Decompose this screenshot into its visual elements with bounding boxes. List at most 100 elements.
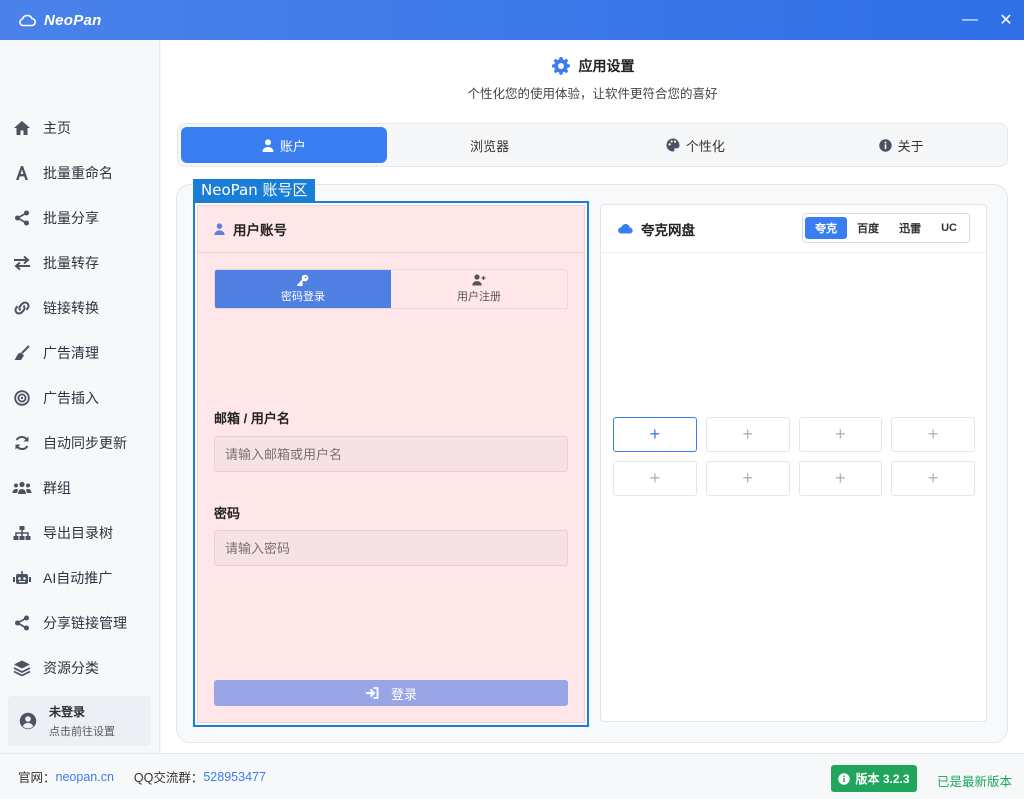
sidebar-item-label: 主页 (43, 119, 71, 136)
sidebar-item-label: 资源分类 (43, 659, 99, 676)
add-account-slot[interactable]: + (705, 461, 790, 496)
email-label: 邮箱 / 用户名 (214, 411, 290, 426)
sidebar-item-label: 批量分享 (43, 209, 99, 226)
tab-about[interactable]: 关于 (798, 127, 1004, 163)
title-bar: NeoPan — ✕ (0, 0, 1024, 40)
sidebar-item-label: 链接转换 (43, 299, 99, 316)
drive-card: 夸克网盘 夸克 百度 迅雷 UC + + + + + + + + (600, 204, 987, 722)
password-label: 密码 (214, 506, 241, 521)
sidebar-item-batch-rename[interactable]: 批量重命名 (0, 150, 160, 195)
qq-group-link[interactable]: 528953477 (203, 770, 266, 784)
tab-user-register[interactable]: 用户注册 (391, 270, 567, 308)
version-button[interactable]: 版本 3.2.3 (831, 765, 917, 792)
sidebar-item-batch-save[interactable]: 批量转存 (0, 240, 160, 285)
link-icon (12, 298, 32, 318)
email-input[interactable] (214, 436, 568, 472)
login-button[interactable]: 登录 (214, 680, 568, 706)
add-account-slot[interactable]: + (798, 461, 883, 496)
update-status: 已是最新版本 (937, 775, 1013, 789)
tab-password-login[interactable]: 密码登录 (215, 270, 391, 308)
qq-label: QQ交流群： (133, 771, 204, 785)
account-slots: + + + + + + + + (613, 417, 975, 505)
site-link[interactable]: neopan.cn (56, 770, 114, 784)
sidebar-item-label: 自动同步更新 (43, 434, 127, 451)
sidebar-item-groups[interactable]: 群组 (0, 465, 160, 510)
user-icon (214, 223, 225, 235)
user-status: 未登录 (49, 705, 86, 719)
provider-xunlei[interactable]: 迅雷 (889, 217, 931, 239)
sidebar-item-label: 广告插入 (43, 389, 99, 406)
provider-quark[interactable]: 夸克 (805, 217, 848, 239)
page-title: 应用设置 (578, 58, 635, 74)
sidebar-item-label: AI自动推广 (43, 569, 113, 586)
sidebar-item-resource-category[interactable]: 资源分类 (0, 645, 160, 690)
palette-icon (666, 138, 680, 152)
user-icon (262, 138, 274, 152)
settings-tabs: 账户 浏览器 个性化 关于 (177, 123, 1008, 167)
tab-personalize[interactable]: 个性化 (593, 127, 799, 163)
add-account-slot[interactable]: + (798, 417, 883, 452)
sidebar-item-auto-sync[interactable]: 自动同步更新 (0, 420, 160, 465)
bullseye-icon (12, 388, 32, 408)
account-title: 用户账号 (233, 223, 287, 238)
add-account-slot[interactable]: + (613, 461, 697, 496)
add-account-slot[interactable]: + (891, 461, 975, 496)
tab-label: 关于 (897, 138, 924, 154)
tab-label: 用户注册 (457, 291, 501, 303)
provider-uc[interactable]: UC (931, 217, 967, 239)
version-label: 版本 3.2.3 (855, 772, 910, 786)
info-icon (878, 138, 892, 152)
sync-icon (12, 433, 32, 453)
sidebar-item-label: 批量重命名 (43, 164, 113, 181)
tab-label: 浏览器 (470, 138, 510, 154)
drive-title: 夸克网盘 (641, 222, 695, 238)
sidebar-item-ai-promote[interactable]: AI自动推广 (0, 555, 160, 600)
sidebar-item-export-tree[interactable]: 导出目录树 (0, 510, 160, 555)
sitemap-icon (12, 523, 32, 543)
sidebar-item-label: 分享链接管理 (43, 614, 127, 631)
provider-tabs: 夸克 百度 迅雷 UC (802, 213, 970, 243)
user-status-card[interactable]: 未登录 点击前往设置 (8, 696, 151, 746)
sidebar: 主页 批量重命名 批量分享 批量转存 链接转换 广告清理 广告插入 自动同步更新… (0, 40, 160, 753)
sidebar-item-share-manage[interactable]: 分享链接管理 (0, 600, 160, 645)
sidebar-item-ad-clean[interactable]: 广告清理 (0, 330, 160, 375)
share-icon (12, 208, 32, 228)
sidebar-nav: 主页 批量重命名 批量分享 批量转存 链接转换 广告清理 广告插入 自动同步更新… (0, 105, 160, 690)
add-account-slot[interactable]: + (613, 417, 697, 452)
robot-icon (12, 568, 32, 588)
tab-account[interactable]: 账户 (181, 127, 387, 163)
login-mode-tabs: 密码登录 用户注册 (214, 269, 568, 309)
sidebar-item-batch-share[interactable]: 批量分享 (0, 195, 160, 240)
sidebar-item-label: 群组 (43, 479, 71, 496)
account-card: 用户账号 密码登录 用户注册 邮箱 / 用户名 密码 登录 (197, 205, 585, 723)
password-input[interactable] (214, 530, 568, 566)
share-alt-icon (12, 613, 32, 633)
app-name: NeoPan (44, 11, 102, 29)
sidebar-item-label: 批量转存 (43, 254, 99, 271)
sidebar-item-link-convert[interactable]: 链接转换 (0, 285, 160, 330)
page-header: 应用设置 个性化您的使用体验，让软件更符合您的喜好 (161, 56, 1024, 102)
provider-baidu[interactable]: 百度 (847, 217, 889, 239)
sidebar-item-ad-insert[interactable]: 广告插入 (0, 375, 160, 420)
tab-label: 账户 (279, 138, 306, 154)
sidebar-item-home[interactable]: 主页 (0, 105, 160, 150)
page-subtitle: 个性化您的使用体验，让软件更符合您的喜好 (467, 87, 718, 101)
gear-icon (551, 56, 571, 76)
sidebar-item-label: 导出目录树 (43, 524, 113, 541)
user-circle-icon (19, 712, 37, 730)
add-account-slot[interactable]: + (705, 417, 790, 452)
info-icon (838, 772, 851, 785)
user-plus-icon (472, 274, 486, 286)
tab-label: 密码登录 (281, 291, 325, 303)
close-button[interactable]: ✕ (988, 0, 1024, 40)
users-icon (12, 478, 32, 498)
font-icon (12, 163, 32, 183)
tab-browser[interactable]: 浏览器 (387, 127, 593, 163)
user-hint: 点击前往设置 (49, 726, 115, 738)
status-bar: 官网： neopan.cn QQ交流群： 528953477 版本 3.2.3 … (0, 753, 1024, 799)
minimize-button[interactable]: — (952, 0, 988, 40)
layers-icon (12, 658, 32, 678)
sidebar-item-label: 广告清理 (43, 344, 99, 361)
cloud-icon (617, 223, 633, 234)
add-account-slot[interactable]: + (891, 417, 975, 452)
